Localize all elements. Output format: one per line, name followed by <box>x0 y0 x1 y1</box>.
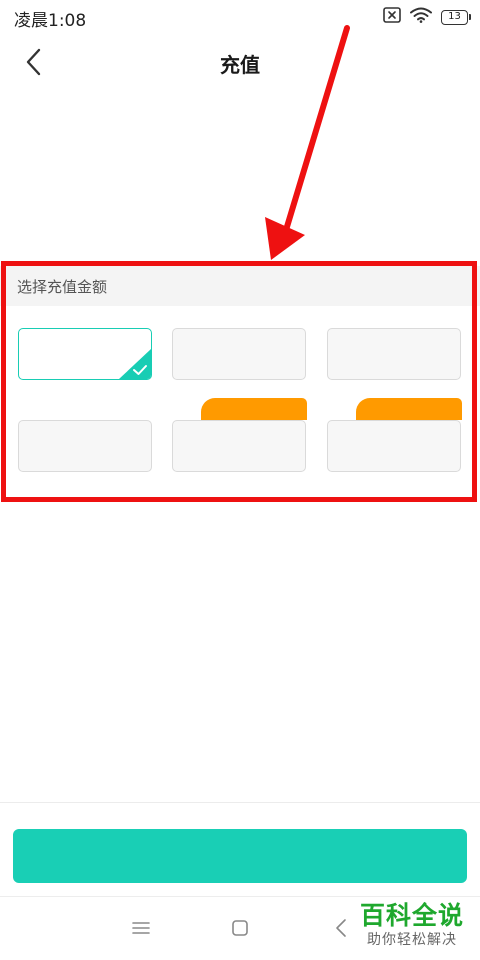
amount-option-5[interactable] <box>172 420 306 472</box>
page-title: 充值 <box>220 53 260 77</box>
amount-option-4[interactable] <box>18 420 152 472</box>
amount-option-3[interactable] <box>327 328 461 380</box>
recharge-button[interactable] <box>13 829 467 883</box>
home-square-icon[interactable] <box>225 915 255 941</box>
header: 充值 <box>0 36 480 92</box>
wifi-icon <box>410 7 432 27</box>
back-triangle-icon[interactable] <box>326 915 356 941</box>
bottom-divider <box>0 802 480 803</box>
status-icons: 13 <box>383 7 471 27</box>
watermark-sub: 助你轻松解决 <box>367 932 457 948</box>
check-badge-icon <box>119 349 151 379</box>
watermark: 百科全说 助你轻松解决 <box>356 901 468 949</box>
promo-tag <box>356 398 462 420</box>
status-time: 凌晨1:08 <box>14 11 87 31</box>
no-sim-icon <box>383 7 401 27</box>
amount-option-6[interactable] <box>327 420 461 472</box>
status-bar: 凌晨1:08 13 <box>0 0 480 36</box>
section-header: 选择充值金额 <box>0 266 480 306</box>
annotation-arrow-icon <box>265 25 350 260</box>
amount-option-2[interactable] <box>172 328 306 380</box>
watermark-main: 百科全说 <box>359 901 464 930</box>
amount-option-1[interactable] <box>18 328 152 380</box>
menu-icon[interactable] <box>126 915 156 941</box>
promo-tag <box>201 398 307 420</box>
section-title: 选择充值金额 <box>17 278 108 296</box>
battery-level: 13 <box>448 11 461 22</box>
battery-icon: 13 <box>441 9 471 25</box>
